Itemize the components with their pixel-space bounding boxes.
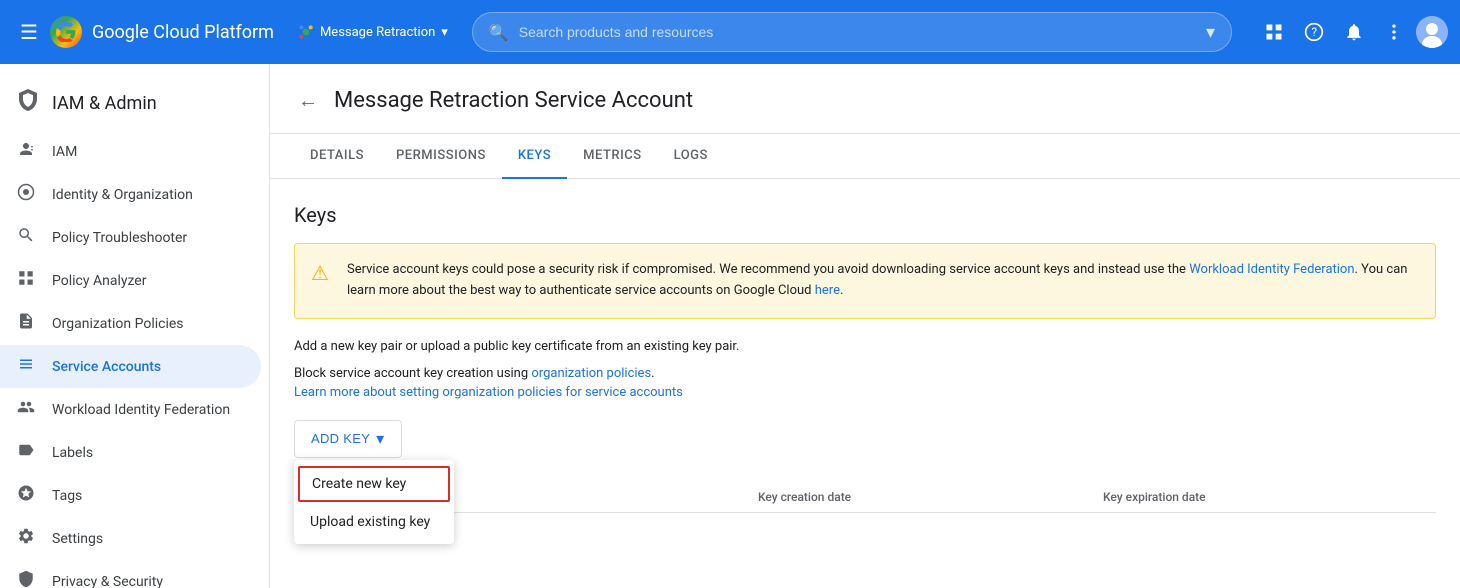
more-options-icon[interactable] bbox=[1376, 14, 1412, 50]
identity-org-icon bbox=[16, 183, 36, 206]
page-header: ← Message Retraction Service Account bbox=[270, 64, 1460, 134]
project-name: Message Retraction bbox=[320, 25, 435, 40]
tags-icon bbox=[16, 484, 36, 507]
hamburger-icon[interactable]: ☰ bbox=[12, 12, 46, 52]
sidebar-item-tags[interactable]: Tags bbox=[0, 474, 261, 517]
main-content: ← Message Retraction Service Account DET… bbox=[270, 64, 1460, 588]
avatar[interactable] bbox=[1416, 16, 1448, 48]
search-expand-icon: ▾ bbox=[1206, 22, 1215, 43]
add-key-dropdown: Create new key Upload existing key bbox=[294, 460, 454, 544]
search-input[interactable] bbox=[519, 24, 1206, 40]
search-icon: 🔍 bbox=[489, 23, 509, 42]
sidebar-item-settings[interactable]: Settings bbox=[0, 517, 261, 560]
add-key-area: ADD KEY ▾ Create new key Upload existing… bbox=[294, 420, 402, 458]
sidebar-item-workload-identity[interactable]: Workload Identity Federation bbox=[0, 388, 261, 431]
tabs-bar: DETAILS PERMISSIONS KEYS METRICS LOGS bbox=[270, 134, 1460, 179]
col-header-key-expiration-date: Key expiration date bbox=[1091, 490, 1436, 504]
iam-admin-icon bbox=[16, 88, 40, 118]
sidebar-item-service-accounts-label: Service Accounts bbox=[52, 359, 161, 375]
page-title: Message Retraction Service Account bbox=[334, 88, 693, 113]
sidebar-item-settings-label: Settings bbox=[52, 531, 103, 547]
dropdown-item-create-new-key[interactable]: Create new key bbox=[298, 466, 450, 502]
workload-identity-icon bbox=[16, 398, 36, 421]
dropdown-item-upload-existing-key[interactable]: Upload existing key bbox=[294, 504, 454, 540]
keys-table: Key ID Key creation date Key expiration … bbox=[294, 482, 1436, 513]
back-button[interactable]: ← bbox=[294, 84, 322, 117]
project-icon bbox=[298, 24, 314, 40]
tab-details[interactable]: DETAILS bbox=[294, 134, 380, 179]
search-bar[interactable]: 🔍 ▾ bbox=[472, 12, 1232, 52]
add-key-chevron-icon: ▾ bbox=[376, 429, 384, 449]
sidebar-item-policy-analyzer[interactable]: Policy Analyzer bbox=[0, 259, 261, 302]
org-policies-icon bbox=[16, 312, 36, 335]
sidebar-item-org-policies-label: Organization Policies bbox=[52, 316, 184, 332]
sidebar-item-policy-analyzer-label: Policy Analyzer bbox=[52, 273, 146, 289]
sidebar-item-identity-org[interactable]: Identity & Organization bbox=[0, 173, 261, 216]
sidebar-item-iam-label: IAM bbox=[52, 144, 77, 160]
nav-actions: ? bbox=[1256, 14, 1448, 50]
logo-area: Google Cloud Platform bbox=[50, 16, 274, 48]
gcp-logo-icon bbox=[50, 16, 82, 48]
content-area: Keys ⚠ Service account keys could pose a… bbox=[270, 179, 1460, 537]
keys-section-title: Keys bbox=[294, 203, 1436, 227]
policy-analyzer-icon bbox=[16, 269, 36, 292]
organization-policies-link[interactable]: organization policies bbox=[531, 366, 651, 381]
labels-icon bbox=[16, 441, 36, 464]
sidebar-item-service-accounts[interactable]: Service Accounts bbox=[0, 345, 261, 388]
settings-icon bbox=[16, 527, 36, 550]
learn-more-link[interactable]: Learn more about setting organization po… bbox=[294, 385, 683, 400]
sidebar-header-text: IAM & Admin bbox=[52, 93, 157, 114]
top-nav: ☰ Google Cloud Platform Message Retracti… bbox=[0, 0, 1460, 64]
grid-apps-icon[interactable] bbox=[1256, 14, 1292, 50]
svg-text:?: ? bbox=[1312, 25, 1318, 39]
keys-table-header: Key ID Key creation date Key expiration … bbox=[294, 482, 1436, 513]
tab-keys[interactable]: KEYS bbox=[502, 134, 567, 179]
sidebar-item-iam[interactable]: IAM bbox=[0, 130, 261, 173]
sidebar-item-workload-identity-label: Workload Identity Federation bbox=[52, 402, 230, 418]
block-policy-text: Block service account key creation using… bbox=[294, 366, 1436, 381]
help-icon[interactable]: ? bbox=[1296, 14, 1332, 50]
workload-identity-link[interactable]: Workload Identity Federation bbox=[1189, 262, 1354, 277]
iam-icon bbox=[16, 140, 36, 163]
main-layout: IAM & Admin IAM Identity & Organization … bbox=[0, 64, 1460, 588]
add-key-description: Add a new key pair or upload a public ke… bbox=[294, 339, 1436, 354]
col-header-key-creation-date: Key creation date bbox=[746, 490, 1091, 504]
sidebar-header: IAM & Admin bbox=[0, 72, 269, 130]
learn-more-text: Learn more about setting organization po… bbox=[294, 385, 1436, 400]
add-key-button[interactable]: ADD KEY ▾ bbox=[294, 420, 402, 458]
sidebar-item-tags-label: Tags bbox=[52, 488, 82, 504]
tab-logs[interactable]: LOGS bbox=[658, 134, 724, 179]
add-key-label: ADD KEY bbox=[311, 431, 370, 446]
warning-triangle-icon: ⚠ bbox=[311, 261, 335, 302]
policy-troubleshooter-icon bbox=[16, 226, 36, 249]
sidebar-item-privacy-security-label: Privacy & Security bbox=[52, 574, 163, 588]
sidebar-item-labels-label: Labels bbox=[52, 445, 93, 461]
sidebar-item-org-policies[interactable]: Organization Policies bbox=[0, 302, 261, 345]
logo-text: Google Cloud Platform bbox=[92, 22, 274, 43]
sidebar-item-policy-troubleshooter-label: Policy Troubleshooter bbox=[52, 230, 187, 246]
here-link[interactable]: here bbox=[815, 283, 840, 298]
sidebar-item-policy-troubleshooter[interactable]: Policy Troubleshooter bbox=[0, 216, 261, 259]
tab-permissions[interactable]: PERMISSIONS bbox=[380, 134, 502, 179]
tab-metrics[interactable]: METRICS bbox=[567, 134, 657, 179]
sidebar-item-privacy-security[interactable]: Privacy & Security bbox=[0, 560, 261, 588]
project-chevron-icon: ▾ bbox=[441, 25, 448, 40]
warning-text: Service account keys could pose a securi… bbox=[347, 260, 1419, 302]
security-warning-box: ⚠ Service account keys could pose a secu… bbox=[294, 243, 1436, 319]
sidebar-item-identity-org-label: Identity & Organization bbox=[52, 187, 193, 203]
project-selector[interactable]: Message Retraction ▾ bbox=[298, 24, 448, 40]
sidebar: IAM & Admin IAM Identity & Organization … bbox=[0, 64, 270, 588]
notification-icon[interactable] bbox=[1336, 14, 1372, 50]
service-accounts-icon bbox=[16, 355, 36, 378]
privacy-security-icon bbox=[16, 570, 36, 588]
sidebar-item-labels[interactable]: Labels bbox=[0, 431, 261, 474]
